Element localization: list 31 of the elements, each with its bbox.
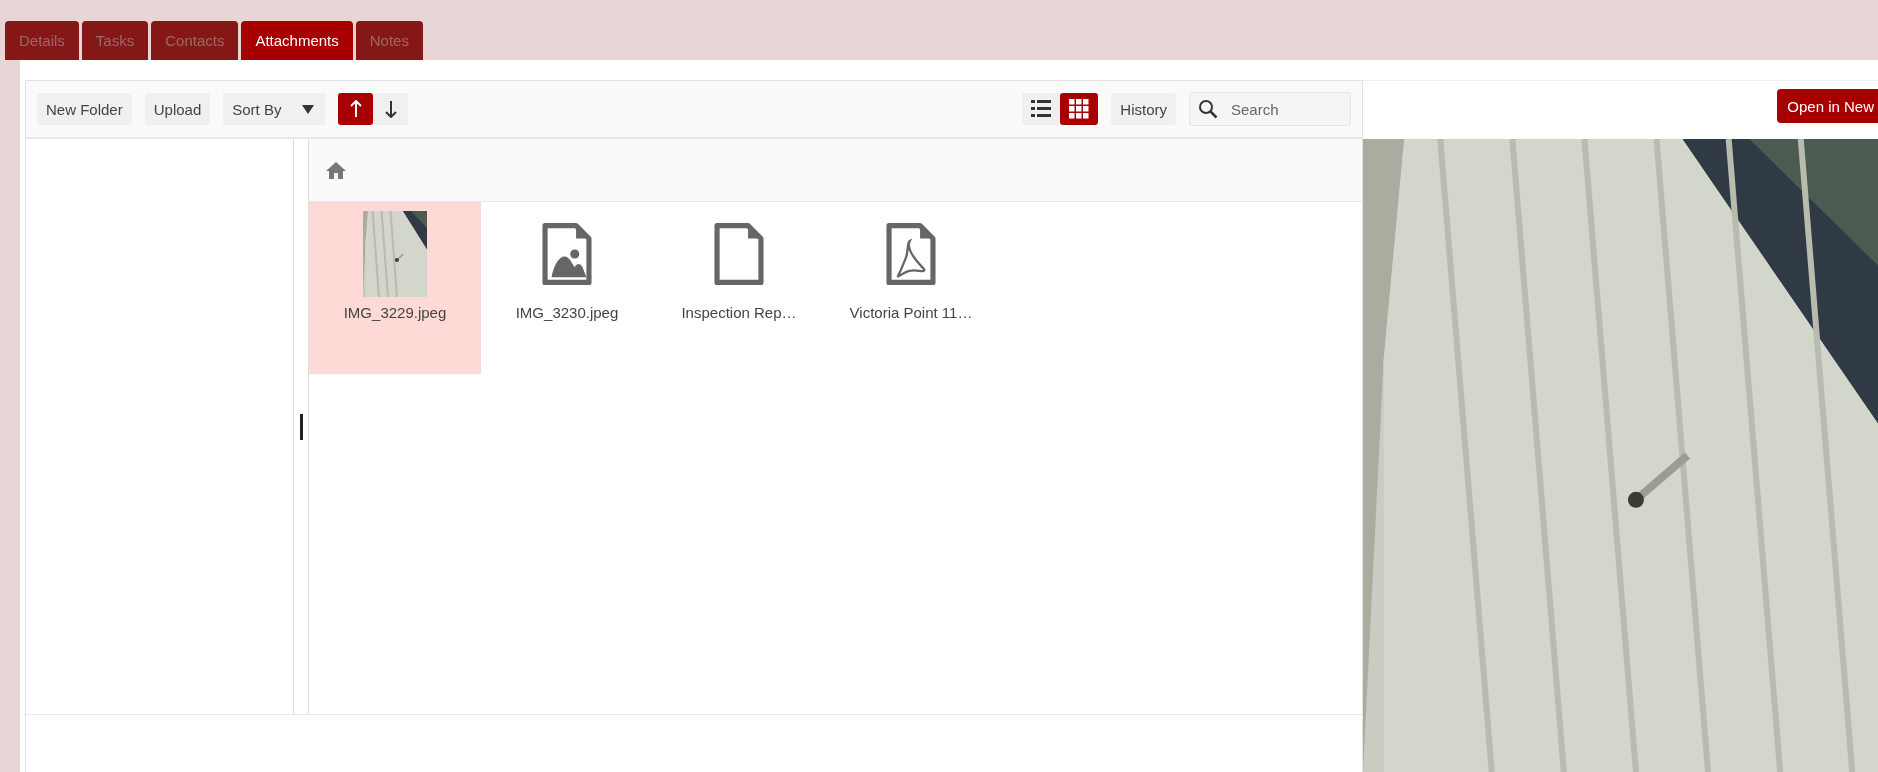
file-tile[interactable]: Inspection Rep… xyxy=(653,202,825,374)
file-name: IMG_3229.jpeg xyxy=(343,304,447,321)
pdf-file-icon xyxy=(885,223,937,285)
list-icon xyxy=(1031,99,1052,119)
search-icon xyxy=(1198,99,1218,119)
caret-icon xyxy=(301,104,314,114)
grid-view-button[interactable] xyxy=(1060,93,1099,125)
arrow-up-icon xyxy=(349,100,362,118)
file-tile[interactable]: IMG_3229.jpeg xyxy=(309,202,481,374)
list-view-button[interactable] xyxy=(1022,93,1061,125)
file-name: Inspection Rep… xyxy=(681,304,797,321)
new-folder-button[interactable]: New Folder xyxy=(37,93,132,125)
grid-icon xyxy=(1069,99,1090,119)
search-field[interactable]: Search xyxy=(1189,92,1351,126)
arrow-down-icon xyxy=(384,100,397,118)
sort-by-button[interactable]: Sort By xyxy=(223,93,291,125)
file-tile[interactable]: Victoria Point 11… xyxy=(825,202,997,374)
upload-button[interactable]: Upload xyxy=(144,93,211,125)
sort-descending-button[interactable] xyxy=(373,93,409,125)
home-icon[interactable] xyxy=(326,161,346,179)
file-name: IMG_3230.jpeg xyxy=(515,304,619,321)
dropdown-button[interactable] xyxy=(290,93,326,125)
splitter-handle[interactable] xyxy=(299,413,303,440)
history-button[interactable]: History xyxy=(1111,93,1176,125)
file-icon xyxy=(713,223,765,285)
file-name: Victoria Point 11… xyxy=(849,304,973,321)
tab[interactable]: Attachments xyxy=(241,21,353,60)
open-in-new-button[interactable]: Open in New xyxy=(1777,89,1878,123)
file-tile[interactable]: IMG_3230.jpeg xyxy=(481,202,653,374)
sort-ascending-button[interactable] xyxy=(338,93,374,125)
image-file-icon xyxy=(541,223,593,285)
